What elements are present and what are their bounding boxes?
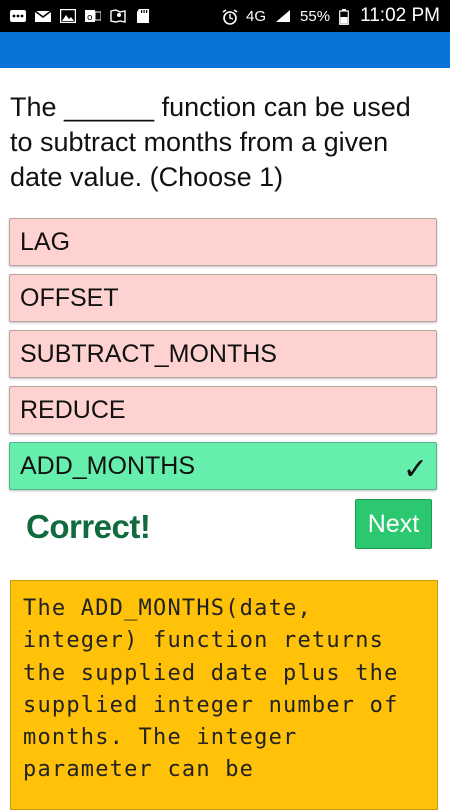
battery-icon <box>339 9 349 25</box>
network-type: 4G <box>246 7 267 25</box>
outlook-icon: o <box>85 9 102 23</box>
maps-icon <box>110 9 126 23</box>
clock: 11:02 PM <box>360 5 440 26</box>
signal-icon <box>275 9 291 23</box>
svg-text:o: o <box>87 13 93 23</box>
answer-option-label: ADD_MONTHS <box>20 451 196 480</box>
checkmark-icon: ✓ <box>402 453 428 486</box>
app-bar <box>0 32 450 68</box>
explanation-text: The ADD_MONTHS(date, integer) function r… <box>23 596 399 783</box>
explanation-box: The ADD_MONTHS(date, integer) function r… <box>10 580 438 810</box>
battery-percent: 55% <box>300 7 331 25</box>
status-notification-icons: o <box>10 8 151 24</box>
next-button[interactable]: Next <box>355 499 432 549</box>
status-bar: o 4G 55% 11:02 PM <box>0 0 450 32</box>
answer-option-lag[interactable]: LAG <box>9 218 437 266</box>
sd-card-icon <box>135 9 151 23</box>
more-icon <box>10 9 26 23</box>
answer-option-reduce[interactable]: REDUCE <box>9 386 437 434</box>
question-text: The ______ function can be used to subtr… <box>10 92 411 192</box>
answer-option-subtract-months[interactable]: SUBTRACT_MONTHS <box>9 330 437 378</box>
result-message: Correct! <box>26 508 151 545</box>
mail-icon <box>34 9 52 23</box>
answer-option-label: LAG <box>20 227 71 256</box>
answer-option-add-months[interactable]: ADD_MONTHS ✓ <box>9 442 437 490</box>
answer-option-label: OFFSET <box>20 283 119 312</box>
status-system-icons: 4G 55% 11:02 PM <box>221 5 440 27</box>
answer-option-label: REDUCE <box>20 395 126 424</box>
image-icon <box>59 8 77 24</box>
answer-option-offset[interactable]: OFFSET <box>9 274 437 322</box>
alarm-icon <box>221 9 238 25</box>
answer-option-label: SUBTRACT_MONTHS <box>20 339 277 368</box>
